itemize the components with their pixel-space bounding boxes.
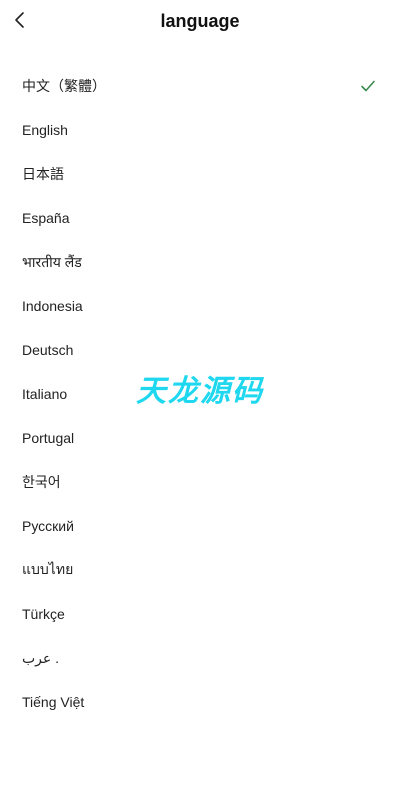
language-label: Deutsch: [22, 342, 74, 358]
language-item-english[interactable]: English: [0, 108, 400, 152]
language-item-indonesian[interactable]: Indonesia: [0, 284, 400, 328]
language-label: عرب .: [22, 649, 60, 666]
language-item-russian[interactable]: Русский: [0, 504, 400, 548]
language-label: แบบไทย: [22, 561, 74, 577]
language-item-hindi[interactable]: भारतीय लैंड: [0, 240, 400, 284]
header-bar: language: [0, 0, 400, 44]
language-item-vietnamese[interactable]: Tiếng Việt: [0, 680, 400, 724]
language-item-japanese[interactable]: 日本語: [0, 152, 400, 196]
language-item-thai[interactable]: แบบไทย: [0, 548, 400, 592]
language-item-german[interactable]: Deutsch: [0, 328, 400, 372]
language-item-spanish[interactable]: España: [0, 196, 400, 240]
language-label: 日本語: [22, 166, 64, 182]
language-label: Italiano: [22, 386, 68, 402]
page-title: language: [160, 11, 240, 31]
language-label: 中文（繁體）: [22, 78, 106, 94]
language-item-italian[interactable]: Italiano: [0, 372, 400, 416]
language-label: Русский: [22, 518, 74, 534]
language-list: 中文（繁體） English 日本語 España भारतीय लैंड In…: [0, 64, 400, 724]
checkmark-icon: [361, 80, 375, 92]
language-item-korean[interactable]: 한국어: [0, 460, 400, 504]
language-item-turkish[interactable]: Türkçe: [0, 592, 400, 636]
language-item-portuguese[interactable]: Portugal: [0, 416, 400, 460]
language-label: Tiếng Việt: [22, 694, 85, 710]
language-item-arabic[interactable]: عرب .: [0, 636, 400, 680]
language-label: भारतीय लैंड: [22, 253, 82, 270]
language-label: Portugal: [22, 430, 75, 446]
language-label: English: [22, 122, 68, 138]
language-item-zh-tw[interactable]: 中文（繁體）: [0, 64, 400, 108]
language-label: Türkçe: [22, 606, 65, 622]
language-label: España: [22, 210, 70, 226]
language-label: Indonesia: [22, 298, 83, 314]
language-label: 한국어: [22, 474, 61, 490]
